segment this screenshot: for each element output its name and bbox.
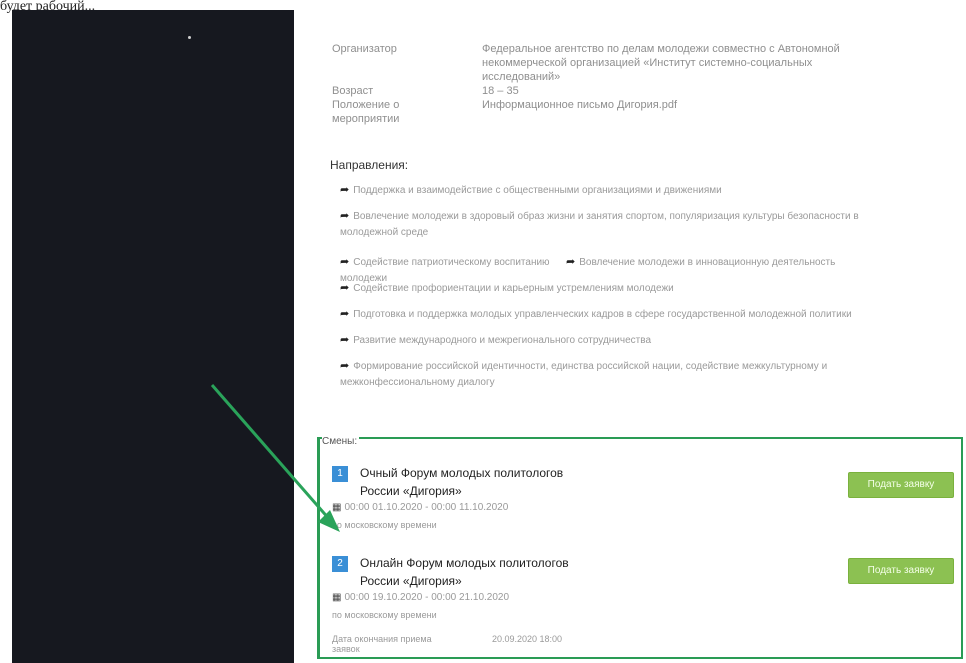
share-arrow-icon: ➦ [340,210,350,222]
shift-dates: ▦ 00:00 19.10.2020 - 00:00 21.10.2020 [332,592,510,603]
dark-sidebar-image [12,10,294,663]
age-value: 18 – 35 [482,85,519,97]
direction-item: ➦ Вовлечение молодежи в инновационную дея… [566,256,836,268]
direction-item: ➦ Вовлечение молодежи в здоровый образ жи… [340,210,859,238]
share-arrow-icon: ➦ [340,360,350,372]
age-label: Возраст [332,85,374,97]
application-deadline-label: Дата окончания приема заявок [332,634,432,654]
direction-item: ➦ Развитие международного и межрегиональн… [340,334,652,346]
share-arrow-icon: ➦ [566,256,576,268]
direction-item: ➦ Подготовка и поддержка молодых управлен… [340,308,852,320]
shift-timezone: по московскому времени [332,610,437,620]
direction-item: ➦ Содействие профориентации и карьерным у… [340,282,674,294]
regulation-link[interactable]: Информационное письмо Дигория.pdf [482,98,882,112]
organizer-label: Организатор [332,43,397,55]
shift-number-badge: 1 [332,466,348,482]
shift-title: Онлайн Форум молодых политологов России … [360,556,569,588]
shifts-label: Смены: [322,436,360,447]
apply-button[interactable]: Подать заявку [848,558,954,584]
shift-title: Очный Форум молодых политологов России «… [360,466,564,498]
application-deadline-value: 20.09.2020 18:00 [492,634,563,644]
share-arrow-icon: ➦ [340,184,350,196]
direction-item: ➦ Формирование российской идентичности, е… [340,360,828,388]
regulation-label: Положение о мероприятии [332,99,400,125]
share-arrow-icon: ➦ [340,282,350,294]
shift-number-badge: 2 [332,556,348,572]
share-arrow-icon: ➦ [340,334,350,346]
directions-title: Направления: [330,158,409,172]
cursor-dot [188,36,191,39]
shift-dates: ▦ 00:00 01.10.2020 - 00:00 11.10.2020 [332,502,509,513]
shift-timezone: по московскому времени [332,520,437,530]
calendar-icon: ▦ [332,592,342,603]
share-arrow-icon: ➦ [340,308,350,320]
apply-button[interactable]: Подать заявку [848,472,954,498]
calendar-icon: ▦ [332,502,342,513]
direction-item: ➦ Поддержка и взаимодействие с общественн… [340,184,722,196]
organizer-value: Федеральное агентство по делам молодежи … [482,43,840,83]
share-arrow-icon: ➦ [340,256,350,268]
